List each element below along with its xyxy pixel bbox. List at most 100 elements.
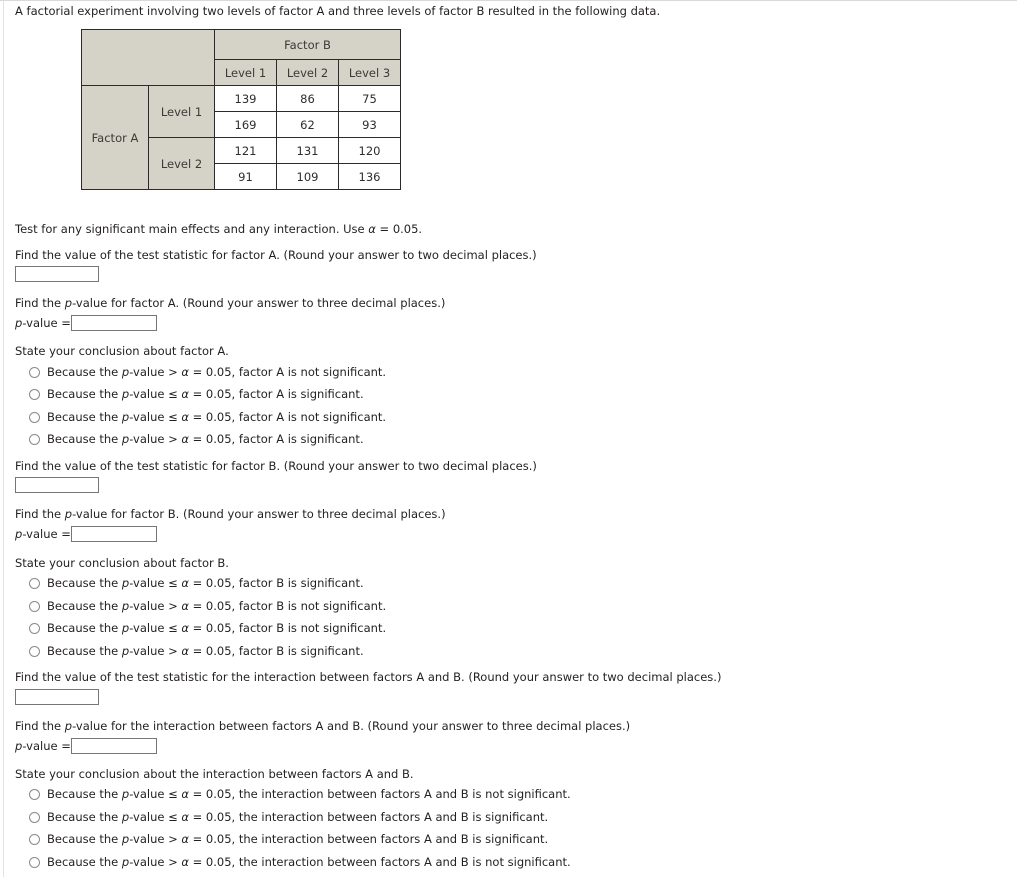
opt-mid: -value > bbox=[129, 832, 182, 846]
alpha-symbol: α bbox=[181, 410, 189, 424]
factor-a-option-2[interactable]: Because the p-value ≤ α = 0.05, factor A… bbox=[29, 387, 364, 401]
opt-pre: Because the bbox=[47, 855, 122, 869]
alpha-symbol: α bbox=[181, 599, 189, 613]
interaction-conclusion-prompt: State your conclusion about the interact… bbox=[15, 767, 414, 781]
p-italic: p bbox=[64, 296, 73, 310]
radio-icon[interactable] bbox=[29, 433, 40, 445]
factor-a-statistic-prompt: Find the value of the test statistic for… bbox=[15, 248, 537, 262]
interaction-option-1-label: Because the p-value ≤ α = 0.05, the inte… bbox=[47, 787, 571, 801]
radio-icon[interactable] bbox=[29, 833, 40, 845]
factor-a-pvalue-label: p-value = bbox=[15, 315, 71, 331]
opt-mid: -value > bbox=[129, 855, 182, 869]
alpha-symbol: α bbox=[181, 855, 189, 869]
interaction-option-4[interactable]: Because the p-value > α = 0.05, the inte… bbox=[29, 855, 571, 869]
factor-a-statistic-input[interactable] bbox=[15, 266, 99, 282]
opt-post: = 0.05, factor B is significant. bbox=[188, 576, 364, 590]
opt-post: = 0.05, the interaction between factors … bbox=[188, 787, 571, 801]
radio-icon[interactable] bbox=[29, 366, 40, 378]
factor-b-pvalue-label: p-value = bbox=[15, 526, 71, 542]
opt-post: = 0.05, the interaction between factors … bbox=[188, 832, 549, 846]
factor-a-option-3[interactable]: Because the p-value ≤ α = 0.05, factor A… bbox=[29, 410, 386, 424]
factor-a-pvalue-prompt-pre: Find the bbox=[15, 296, 65, 310]
radio-icon[interactable] bbox=[29, 388, 40, 400]
factor-a-option-4[interactable]: Because the p-value > α = 0.05, factor A… bbox=[29, 432, 364, 446]
opt-pre: Because the bbox=[47, 621, 122, 635]
data-cell: 131 bbox=[276, 137, 339, 164]
alpha-symbol: α bbox=[181, 810, 189, 824]
factor-b-pvalue-label-rest: -value = bbox=[22, 527, 71, 541]
interaction-option-2-label: Because the p-value ≤ α = 0.05, the inte… bbox=[47, 810, 548, 824]
data-cell: 136 bbox=[338, 163, 401, 190]
opt-pre: Because the bbox=[47, 387, 122, 401]
alpha-symbol: α bbox=[181, 644, 189, 658]
data-cell: 109 bbox=[276, 163, 339, 190]
problem-intro-text: A factorial experiment involving two lev… bbox=[15, 4, 661, 18]
factor-a-pvalue-prompt-post: -value for factor A. (Round your answer … bbox=[72, 296, 446, 310]
interaction-option-2[interactable]: Because the p-value ≤ α = 0.05, the inte… bbox=[29, 810, 548, 824]
factor-b-pvalue-prompt-pre: Find the bbox=[15, 507, 65, 521]
factor-b-option-1[interactable]: Because the p-value ≤ α = 0.05, factor B… bbox=[29, 576, 364, 590]
opt-mid: -value > bbox=[129, 365, 182, 379]
opt-mid: -value ≤ bbox=[129, 387, 182, 401]
opt-mid: -value ≤ bbox=[129, 810, 182, 824]
data-cell: 93 bbox=[338, 111, 401, 138]
opt-mid: -value > bbox=[129, 644, 182, 658]
opt-mid: -value > bbox=[129, 599, 182, 613]
radio-icon[interactable] bbox=[29, 577, 40, 589]
factorial-data-table: Factor B Level 1 Level 2 Level 3 Factor … bbox=[81, 29, 401, 190]
radio-icon[interactable] bbox=[29, 411, 40, 423]
radio-icon[interactable] bbox=[29, 811, 40, 823]
opt-pre: Because the bbox=[47, 787, 122, 801]
opt-mid: -value ≤ bbox=[129, 576, 182, 590]
factor-a-conclusion-prompt: State your conclusion about factor A. bbox=[15, 344, 229, 358]
alpha-symbol: α bbox=[181, 621, 189, 635]
window-left-border bbox=[3, 0, 4, 877]
factor-b-option-3-label: Because the p-value ≤ α = 0.05, factor B… bbox=[47, 621, 386, 635]
opt-post: = 0.05, factor A is not significant. bbox=[188, 410, 387, 424]
factor-a-pvalue-label-rest: -value = bbox=[22, 316, 71, 330]
interaction-statistic-input[interactable] bbox=[15, 689, 99, 705]
factor-a-pvalue-prompt: Find the p-value for factor A. (Round yo… bbox=[15, 296, 445, 310]
window-top-border bbox=[0, 0, 1017, 1]
factor-b-pvalue-prompt: Find the p-value for factor B. (Round yo… bbox=[15, 507, 446, 521]
data-cell: 62 bbox=[276, 111, 339, 138]
interaction-pvalue-input[interactable] bbox=[71, 738, 157, 754]
data-cell: 120 bbox=[338, 137, 401, 164]
factor-a-pvalue-input[interactable] bbox=[71, 315, 157, 331]
factor-b-option-3[interactable]: Because the p-value ≤ α = 0.05, factor B… bbox=[29, 621, 386, 635]
data-cell: 139 bbox=[214, 85, 277, 112]
interaction-pvalue-prompt-pre: Find the bbox=[15, 719, 65, 733]
interaction-option-3[interactable]: Because the p-value > α = 0.05, the inte… bbox=[29, 832, 548, 846]
opt-pre: Because the bbox=[47, 599, 122, 613]
factor-a-option-3-label: Because the p-value ≤ α = 0.05, factor A… bbox=[47, 410, 386, 424]
column-header-level-3: Level 3 bbox=[338, 59, 401, 86]
factor-b-option-4[interactable]: Because the p-value > α = 0.05, factor B… bbox=[29, 644, 364, 658]
table-corner-cell bbox=[81, 29, 215, 86]
radio-icon[interactable] bbox=[29, 645, 40, 657]
alpha-symbol: α bbox=[181, 832, 189, 846]
factor-a-option-1[interactable]: Because the p-value > α = 0.05, factor A… bbox=[29, 365, 386, 379]
p-italic: p bbox=[64, 507, 73, 521]
data-cell: 86 bbox=[276, 85, 339, 112]
alpha-instruction: Test for any significant main effects an… bbox=[15, 222, 422, 236]
opt-post: = 0.05, factor B is not significant. bbox=[188, 599, 387, 613]
interaction-option-1[interactable]: Because the p-value ≤ α = 0.05, the inte… bbox=[29, 787, 571, 801]
opt-pre: Because the bbox=[47, 576, 122, 590]
opt-post: = 0.05, factor B is significant. bbox=[188, 644, 364, 658]
factor-b-pvalue-input[interactable] bbox=[71, 526, 157, 542]
alpha-instruction-pre: Test for any significant main effects an… bbox=[15, 222, 369, 236]
data-cell: 169 bbox=[214, 111, 277, 138]
factor-b-conclusion-prompt: State your conclusion about factor B. bbox=[15, 556, 229, 570]
radio-icon[interactable] bbox=[29, 856, 40, 868]
interaction-pvalue-prompt-post: -value for the interaction between facto… bbox=[72, 719, 631, 733]
opt-mid: -value ≤ bbox=[129, 621, 182, 635]
radio-icon[interactable] bbox=[29, 600, 40, 612]
interaction-pvalue-prompt: Find the p-value for the interaction bet… bbox=[15, 719, 630, 733]
factor-b-option-2[interactable]: Because the p-value > α = 0.05, factor B… bbox=[29, 599, 386, 613]
radio-icon[interactable] bbox=[29, 622, 40, 634]
radio-icon[interactable] bbox=[29, 788, 40, 800]
alpha-symbol: α bbox=[181, 576, 189, 590]
factor-b-statistic-input[interactable] bbox=[15, 477, 99, 493]
factor-a-option-4-label: Because the p-value > α = 0.05, factor A… bbox=[47, 432, 364, 446]
opt-mid: -value ≤ bbox=[129, 410, 182, 424]
